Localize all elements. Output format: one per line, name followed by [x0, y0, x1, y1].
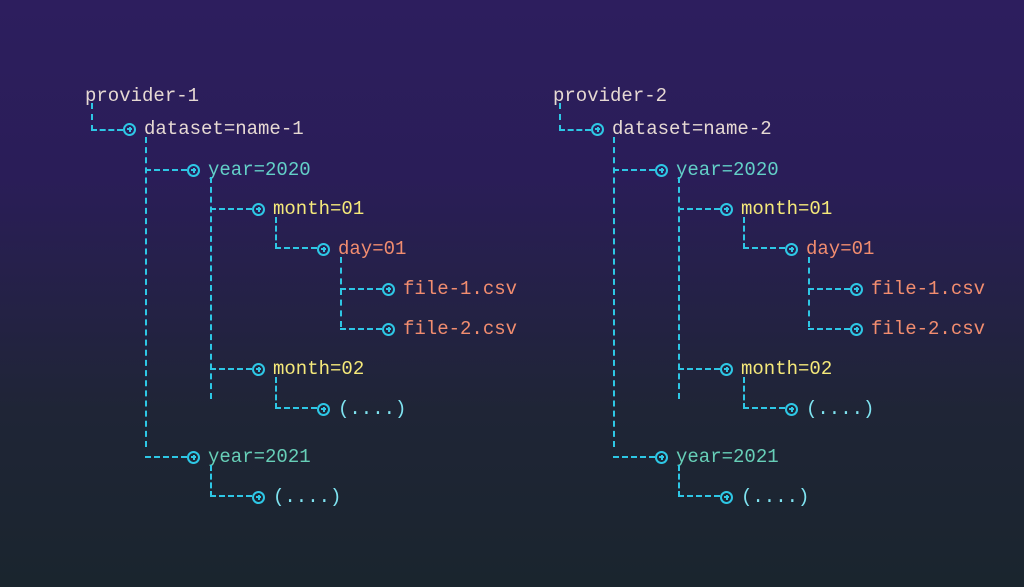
expand-icon [850, 283, 863, 296]
ellipsis-label: (....) [806, 398, 874, 420]
expand-icon [382, 323, 395, 336]
root-label: provider-1 [85, 85, 495, 107]
file-label: file-2.csv [871, 318, 985, 340]
expand-icon [187, 451, 200, 464]
ellipsis-label: (....) [741, 486, 809, 508]
expand-icon [252, 203, 265, 216]
expand-icon [720, 363, 733, 376]
expand-icon [123, 123, 136, 136]
dataset-label: dataset=name-2 [612, 118, 772, 140]
expand-icon [317, 403, 330, 416]
tree-diagram: provider-1 dataset=name-1 year=2020 [0, 0, 1024, 517]
root-label: provider-2 [553, 85, 963, 107]
dataset-label: dataset=name-1 [144, 118, 304, 140]
year-label: year=2020 [208, 159, 311, 181]
expand-icon [850, 323, 863, 336]
expand-icon [187, 164, 200, 177]
expand-icon [785, 243, 798, 256]
day-label: day=01 [338, 238, 406, 260]
ellipsis-label: (....) [338, 398, 406, 420]
file-label: file-1.csv [403, 278, 517, 300]
file-label: file-2.csv [403, 318, 517, 340]
expand-icon [591, 123, 604, 136]
expand-icon [655, 451, 668, 464]
expand-icon [720, 203, 733, 216]
expand-icon [317, 243, 330, 256]
file-label: file-1.csv [871, 278, 985, 300]
tree-provider-1: provider-1 dataset=name-1 year=2020 [85, 85, 495, 517]
day-label: day=01 [806, 238, 874, 260]
expand-icon [252, 491, 265, 504]
expand-icon [655, 164, 668, 177]
tree-provider-2: provider-2 dataset=name-2 year=2020 [553, 85, 963, 517]
ellipsis-label: (....) [273, 486, 341, 508]
expand-icon [252, 363, 265, 376]
expand-icon [785, 403, 798, 416]
year-label: year=2020 [676, 159, 779, 181]
expand-icon [382, 283, 395, 296]
expand-icon [720, 491, 733, 504]
